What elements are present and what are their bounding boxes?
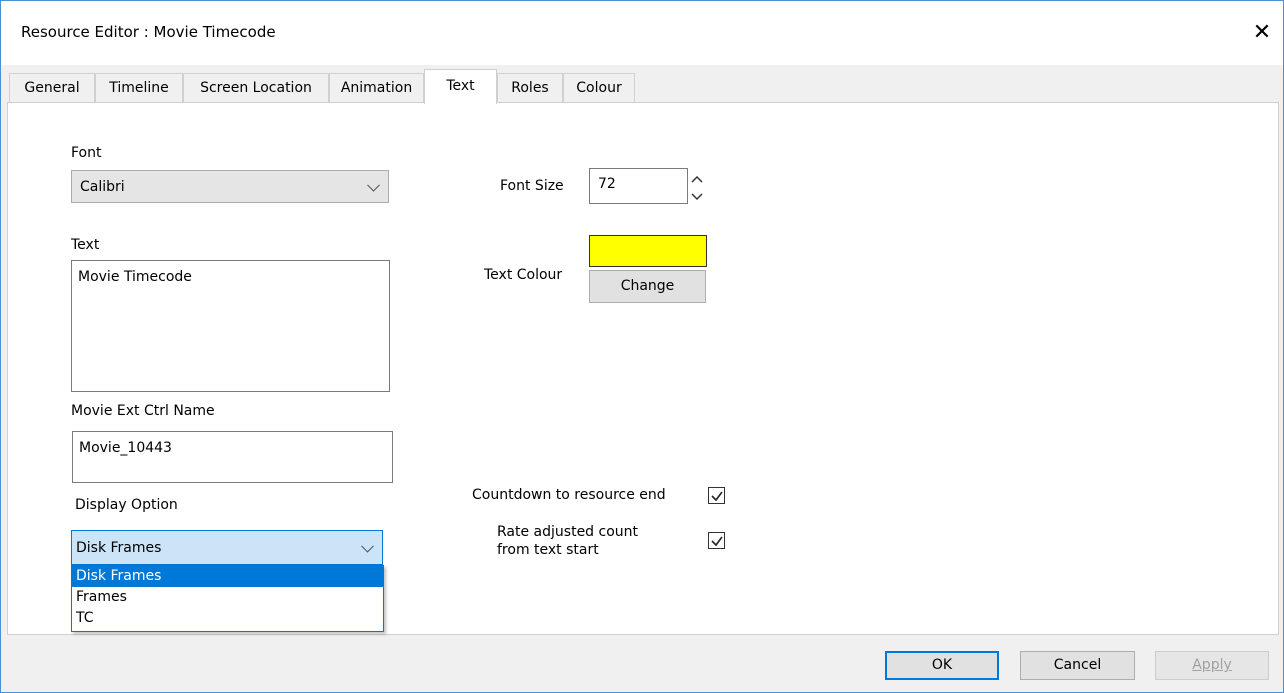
display-option-value: Disk Frames bbox=[76, 539, 162, 556]
title-bar: Resource Editor : Movie Timecode ✕ bbox=[1, 1, 1283, 65]
rate-adjusted-label: Rate adjusted count from text start bbox=[497, 523, 638, 559]
display-option-label: Display Option bbox=[75, 497, 178, 513]
text-colour-label: Text Colour bbox=[484, 267, 563, 283]
tab-text[interactable]: Text bbox=[424, 69, 497, 104]
option-tc[interactable]: TC bbox=[72, 608, 383, 629]
apply-button[interactable]: Apply bbox=[1155, 651, 1269, 680]
tab-timeline[interactable]: Timeline bbox=[95, 73, 183, 102]
rate-adjusted-checkbox[interactable] bbox=[708, 532, 725, 549]
text-colour-swatch bbox=[589, 235, 707, 267]
display-option-select[interactable]: Disk Frames bbox=[71, 530, 383, 565]
movie-ctrl-input[interactable]: Movie_10443 bbox=[72, 431, 393, 483]
chevron-down-icon bbox=[367, 178, 380, 192]
text-input[interactable]: Movie Timecode bbox=[71, 260, 390, 392]
countdown-label: Countdown to resource end bbox=[472, 487, 666, 503]
window-title: Resource Editor : Movie Timecode bbox=[21, 23, 276, 41]
checkmark-icon bbox=[711, 491, 723, 502]
chevron-down-icon bbox=[361, 539, 374, 553]
font-size-spinner[interactable] bbox=[690, 170, 704, 204]
option-frames[interactable]: Frames bbox=[72, 587, 383, 608]
rate-adjusted-label-line2: from text start bbox=[497, 542, 599, 558]
countdown-checkbox[interactable] bbox=[708, 487, 725, 504]
movie-ctrl-label: Movie Ext Ctrl Name bbox=[71, 403, 215, 419]
font-select[interactable]: Calibri bbox=[71, 170, 389, 203]
font-size-input[interactable]: 72 bbox=[589, 168, 688, 204]
tab-animation[interactable]: Animation bbox=[329, 73, 424, 102]
checkmark-icon bbox=[711, 536, 723, 547]
display-option-list[interactable]: Disk Frames Frames TC bbox=[71, 565, 384, 632]
tab-roles[interactable]: Roles bbox=[497, 73, 563, 102]
ok-button[interactable]: OK bbox=[885, 651, 999, 680]
option-disk-frames[interactable]: Disk Frames bbox=[72, 566, 383, 587]
rate-adjusted-label-line1: Rate adjusted count bbox=[497, 524, 639, 540]
cancel-button[interactable]: Cancel bbox=[1020, 651, 1135, 680]
change-colour-button[interactable]: Change bbox=[589, 270, 706, 303]
tab-general[interactable]: General bbox=[9, 73, 95, 102]
font-size-label: Font Size bbox=[500, 178, 564, 194]
spinner-arrows-icon bbox=[691, 175, 703, 201]
font-select-value: Calibri bbox=[80, 178, 125, 195]
tab-screen-location[interactable]: Screen Location bbox=[183, 73, 329, 102]
text-label: Text bbox=[71, 237, 100, 253]
close-icon[interactable]: ✕ bbox=[1247, 15, 1277, 51]
font-label: Font bbox=[71, 145, 102, 161]
tab-colour[interactable]: Colour bbox=[563, 73, 635, 102]
